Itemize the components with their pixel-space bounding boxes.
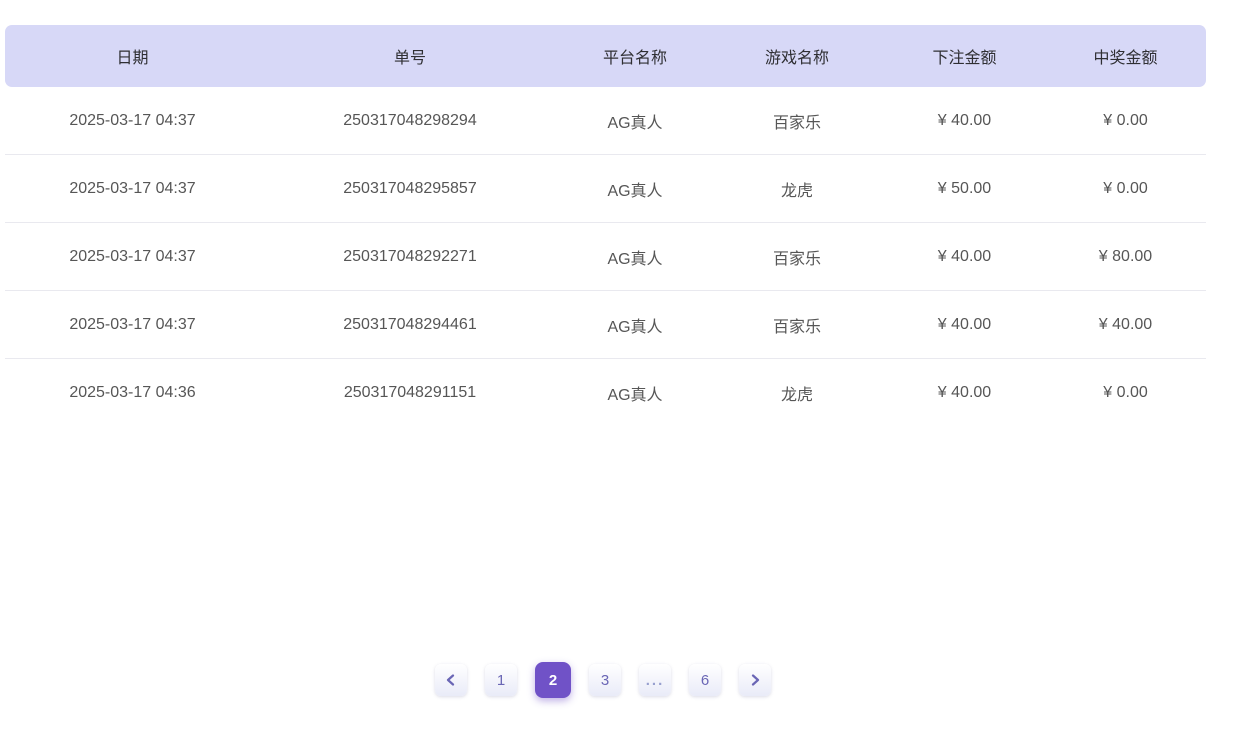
cell-win-amount: ¥ 0.00 bbox=[1045, 155, 1206, 223]
table-row: 2025-03-17 04:37 250317048298294 AG真人 百家… bbox=[5, 87, 1206, 155]
table-row: 2025-03-17 04:36 250317048291151 AG真人 龙虎… bbox=[5, 359, 1206, 427]
cell-win-amount: ¥ 0.00 bbox=[1045, 87, 1206, 155]
pagination: 1 2 3 ... 6 bbox=[0, 662, 1206, 698]
cell-game: 百家乐 bbox=[710, 87, 884, 155]
cell-platform: AG真人 bbox=[560, 359, 710, 427]
column-header-game: 游戏名称 bbox=[710, 25, 884, 87]
column-header-platform: 平台名称 bbox=[560, 25, 710, 87]
page-button-2[interactable]: 2 bbox=[535, 662, 571, 698]
page-button-3[interactable]: 3 bbox=[589, 664, 621, 696]
column-header-win-amount: 中奖金额 bbox=[1045, 25, 1206, 87]
cell-order-no: 250317048292271 bbox=[260, 223, 560, 291]
table-row: 2025-03-17 04:37 250317048295857 AG真人 龙虎… bbox=[5, 155, 1206, 223]
cell-win-amount: ¥ 40.00 bbox=[1045, 291, 1206, 359]
cell-game: 百家乐 bbox=[710, 291, 884, 359]
bet-records-table-container: 日期 单号 平台名称 游戏名称 下注金额 中奖金额 2025-03-17 04:… bbox=[5, 25, 1206, 427]
cell-date: 2025-03-17 04:36 bbox=[5, 359, 260, 427]
cell-date: 2025-03-17 04:37 bbox=[5, 291, 260, 359]
cell-game: 百家乐 bbox=[710, 223, 884, 291]
column-header-date: 日期 bbox=[5, 25, 260, 87]
cell-bet-amount: ¥ 40.00 bbox=[884, 223, 1045, 291]
column-header-order-no: 单号 bbox=[260, 25, 560, 87]
cell-order-no: 250317048294461 bbox=[260, 291, 560, 359]
cell-bet-amount: ¥ 40.00 bbox=[884, 87, 1045, 155]
cell-order-no: 250317048298294 bbox=[260, 87, 560, 155]
cell-win-amount: ¥ 0.00 bbox=[1045, 359, 1206, 427]
cell-order-no: 250317048295857 bbox=[260, 155, 560, 223]
chevron-right-icon bbox=[749, 674, 761, 686]
page-button-6[interactable]: 6 bbox=[689, 664, 721, 696]
column-header-bet-amount: 下注金额 bbox=[884, 25, 1045, 87]
cell-date: 2025-03-17 04:37 bbox=[5, 223, 260, 291]
cell-platform: AG真人 bbox=[560, 155, 710, 223]
cell-bet-amount: ¥ 40.00 bbox=[884, 291, 1045, 359]
ellipsis-button[interactable]: ... bbox=[639, 664, 671, 696]
page-button-1[interactable]: 1 bbox=[485, 664, 517, 696]
cell-date: 2025-03-17 04:37 bbox=[5, 87, 260, 155]
cell-order-no: 250317048291151 bbox=[260, 359, 560, 427]
table-header-row: 日期 单号 平台名称 游戏名称 下注金额 中奖金额 bbox=[5, 25, 1206, 87]
cell-platform: AG真人 bbox=[560, 291, 710, 359]
prev-page-button[interactable] bbox=[435, 664, 467, 696]
bet-records-table: 日期 单号 平台名称 游戏名称 下注金额 中奖金额 2025-03-17 04:… bbox=[5, 25, 1206, 427]
cell-platform: AG真人 bbox=[560, 87, 710, 155]
cell-win-amount: ¥ 80.00 bbox=[1045, 223, 1206, 291]
cell-game: 龙虎 bbox=[710, 359, 884, 427]
table-row: 2025-03-17 04:37 250317048292271 AG真人 百家… bbox=[5, 223, 1206, 291]
cell-bet-amount: ¥ 50.00 bbox=[884, 155, 1045, 223]
cell-platform: AG真人 bbox=[560, 223, 710, 291]
cell-bet-amount: ¥ 40.00 bbox=[884, 359, 1045, 427]
cell-date: 2025-03-17 04:37 bbox=[5, 155, 260, 223]
next-page-button[interactable] bbox=[739, 664, 771, 696]
chevron-left-icon bbox=[445, 674, 457, 686]
cell-game: 龙虎 bbox=[710, 155, 884, 223]
table-row: 2025-03-17 04:37 250317048294461 AG真人 百家… bbox=[5, 291, 1206, 359]
